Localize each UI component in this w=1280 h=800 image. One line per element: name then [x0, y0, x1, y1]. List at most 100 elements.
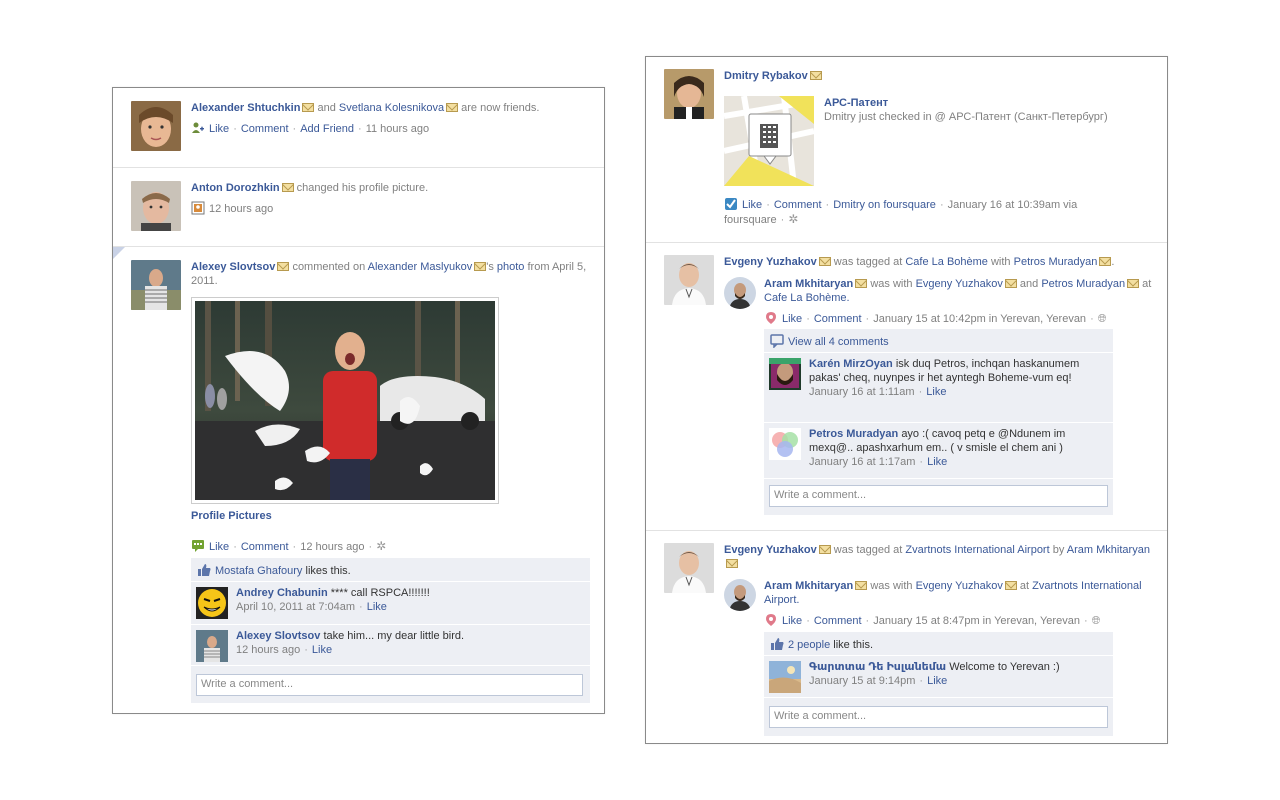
- comment-author[interactable]: Petros Muradyan: [809, 428, 898, 440]
- timestamp[interactable]: January 16 at 10:39am via: [948, 199, 1078, 211]
- envelope-icon[interactable]: [1127, 279, 1140, 288]
- map-thumbnail[interactable]: [724, 96, 814, 186]
- like-link[interactable]: Like: [782, 615, 802, 627]
- new-story-corner: [113, 247, 125, 259]
- envelope-icon[interactable]: [474, 262, 487, 271]
- envelope-icon[interactable]: [818, 257, 831, 266]
- place-name[interactable]: АРС-Патент: [824, 97, 888, 109]
- tagged-text: was tagged at: [833, 256, 903, 268]
- avatar[interactable]: [724, 277, 756, 309]
- avatar[interactable]: [769, 358, 801, 390]
- place-link[interactable]: Cafe La Bohème: [905, 256, 988, 268]
- target-name[interactable]: Alexander Maslyukov: [368, 261, 473, 273]
- globe-icon[interactable]: 🌐︎: [1092, 614, 1101, 628]
- comment-link[interactable]: Comment: [814, 615, 862, 627]
- envelope-icon[interactable]: [809, 71, 822, 80]
- actor-name[interactable]: Anton Dorozhkin: [191, 182, 280, 194]
- comment-time[interactable]: January 16 at 1:17am: [809, 456, 915, 468]
- album-link[interactable]: Profile Pictures: [191, 510, 272, 522]
- view-all-comments-link[interactable]: View all 4 comments: [788, 336, 889, 348]
- envelope-icon[interactable]: [855, 279, 868, 288]
- foursquare-profile-link[interactable]: Dmitry on foursquare: [833, 199, 936, 211]
- avatar[interactable]: [196, 630, 228, 662]
- likes-count-link[interactable]: 2 people: [788, 639, 830, 651]
- liker-name[interactable]: Mostafa Ghafoury: [215, 565, 302, 577]
- comment-like-link[interactable]: Like: [927, 675, 947, 687]
- comment-like-link[interactable]: Like: [367, 601, 387, 613]
- write-comment-input[interactable]: Write a comment...: [769, 706, 1108, 728]
- write-comment-input[interactable]: Write a comment...: [769, 485, 1108, 507]
- photo-attachment[interactable]: [191, 297, 499, 504]
- sub-story-body: Aram Mkhitaryan was with Evgeny Yuzhakov…: [764, 579, 1154, 607]
- like-link[interactable]: Like: [782, 313, 802, 325]
- gear-icon[interactable]: ✲: [788, 212, 798, 226]
- avatar[interactable]: [664, 543, 714, 593]
- sub-actor-name[interactable]: Aram Mkhitaryan: [764, 278, 853, 290]
- comment-link[interactable]: Comment: [774, 199, 822, 211]
- comment-time[interactable]: April 10, 2011 at 7:04am: [236, 601, 355, 613]
- via-app[interactable]: foursquare: [724, 214, 777, 226]
- comment-author[interactable]: Alexey Slovtsov: [236, 630, 320, 642]
- actor-name[interactable]: Dmitry Rybakov: [724, 70, 808, 82]
- timestamp[interactable]: 11 hours ago: [366, 123, 429, 135]
- timestamp[interactable]: 12 hours ago: [209, 203, 273, 215]
- with-name[interactable]: Petros Muradyan: [1014, 256, 1098, 268]
- photo-link[interactable]: photo: [497, 261, 525, 273]
- avatar[interactable]: [769, 428, 801, 460]
- comment-author[interactable]: Andrey Chabunin: [236, 587, 328, 599]
- comment-like-link[interactable]: Like: [926, 386, 946, 398]
- envelope-icon[interactable]: [1004, 581, 1017, 590]
- with-name[interactable]: Evgeny Yuzhakov: [916, 580, 1003, 592]
- envelope-icon[interactable]: [446, 103, 459, 112]
- like-link[interactable]: Like: [209, 123, 229, 135]
- envelope-icon[interactable]: [281, 183, 294, 192]
- envelope-icon[interactable]: [726, 559, 738, 568]
- avatar[interactable]: [769, 661, 801, 693]
- comment-link[interactable]: Comment: [241, 123, 289, 135]
- envelope-icon[interactable]: [818, 545, 831, 554]
- avatar[interactable]: [664, 69, 714, 119]
- envelope-icon[interactable]: [302, 103, 315, 112]
- comment-like-link[interactable]: Like: [312, 644, 332, 656]
- comment-time[interactable]: 12 hours ago: [236, 644, 300, 656]
- comment-link[interactable]: Comment: [814, 313, 862, 325]
- timestamp[interactable]: January 15 at 8:47pm in Yerevan, Yerevan: [873, 615, 1080, 627]
- avatar[interactable]: [131, 181, 181, 231]
- comment-time[interactable]: January 15 at 9:14pm: [809, 675, 915, 687]
- by-name[interactable]: Aram Mkhitaryan: [1067, 544, 1150, 556]
- envelope-icon[interactable]: [277, 262, 290, 271]
- comment-author[interactable]: Գարտտա Դե Իսլանեմա: [809, 661, 946, 673]
- envelope-icon[interactable]: [1004, 279, 1017, 288]
- globe-icon[interactable]: 🌐︎: [1098, 312, 1107, 326]
- with-name[interactable]: Petros Muradyan: [1041, 278, 1125, 290]
- with-name[interactable]: Evgeny Yuzhakov: [916, 278, 1003, 290]
- foursquare-icon: [724, 197, 738, 211]
- comment-author[interactable]: Karén MirzOyan: [809, 358, 893, 370]
- add-friend-link[interactable]: Add Friend: [300, 123, 354, 135]
- avatar[interactable]: [724, 579, 756, 611]
- comment-like-link[interactable]: Like: [927, 456, 947, 468]
- avatar[interactable]: [131, 101, 181, 151]
- place-link[interactable]: Zvartnots International Airport: [905, 544, 1049, 556]
- timestamp[interactable]: January 15 at 10:42pm in Yerevan, Yereva…: [873, 313, 1086, 325]
- avatar[interactable]: [664, 255, 714, 305]
- actor-name[interactable]: Alexey Slovtsov: [191, 261, 275, 273]
- comment-link[interactable]: Comment: [241, 541, 289, 553]
- actor-name[interactable]: Evgeny Yuzhakov: [724, 544, 817, 556]
- view-all-comments-row[interactable]: View all 4 comments: [764, 329, 1113, 353]
- like-link[interactable]: Like: [742, 199, 762, 211]
- actor-name[interactable]: Evgeny Yuzhakov: [724, 256, 817, 268]
- comment-time[interactable]: January 16 at 1:11am: [809, 386, 915, 398]
- actor-name[interactable]: Alexander Shtuchkin: [191, 102, 300, 114]
- sub-actor-name[interactable]: Aram Mkhitaryan: [764, 580, 853, 592]
- timestamp[interactable]: 12 hours ago: [300, 541, 364, 553]
- envelope-icon[interactable]: [855, 581, 868, 590]
- place-link[interactable]: Cafe La Bohème.: [764, 292, 850, 304]
- envelope-icon[interactable]: [1099, 257, 1112, 266]
- avatar[interactable]: [196, 587, 228, 619]
- like-link[interactable]: Like: [209, 541, 229, 553]
- avatar[interactable]: [131, 260, 181, 310]
- friend-name[interactable]: Svetlana Kolesnikova: [339, 102, 444, 114]
- write-comment-input[interactable]: Write a comment...: [196, 674, 583, 696]
- gear-icon[interactable]: ✲: [376, 539, 386, 553]
